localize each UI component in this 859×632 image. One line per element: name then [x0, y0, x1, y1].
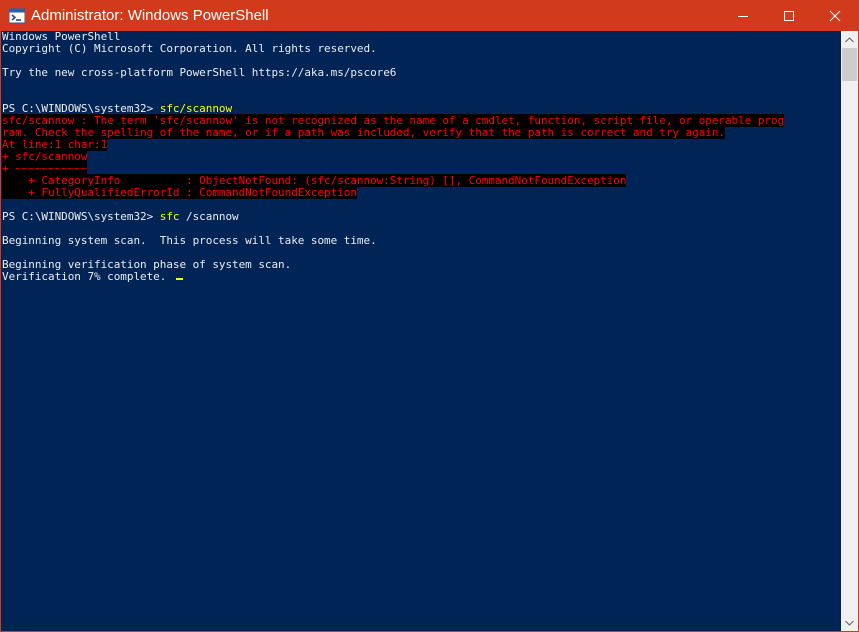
- progress-line: Verification 7% complete.: [2, 270, 167, 283]
- error-text: + FullyQualifiedErrorId : CommandNotFoun…: [2, 186, 357, 199]
- chevron-down-icon: [845, 620, 854, 626]
- pscore-hint-line: Try the new cross-platform PowerShell ht…: [2, 66, 397, 79]
- console-output[interactable]: Windows PowerShell Copyright (C) Microso…: [1, 31, 841, 631]
- maximize-button[interactable]: [766, 1, 812, 31]
- chevron-up-icon: [845, 36, 854, 42]
- prompt-text: PS C:\WINDOWS\system32>: [2, 210, 160, 223]
- scroll-down-button[interactable]: [841, 614, 858, 631]
- close-icon: [829, 10, 841, 22]
- command-arguments: /scannow: [179, 210, 239, 223]
- powershell-icon[interactable]: [8, 8, 26, 24]
- scroll-up-button[interactable]: [841, 31, 858, 48]
- text-cursor: [176, 278, 183, 280]
- typed-command: sfc: [159, 210, 180, 223]
- title-bar[interactable]: Administrator: Windows PowerShell: [1, 1, 858, 31]
- scroll-thumb[interactable]: [842, 48, 857, 81]
- vertical-scrollbar[interactable]: [841, 31, 858, 631]
- copyright-line: Copyright (C) Microsoft Corporation. All…: [2, 42, 377, 55]
- powershell-window: Administrator: Windows PowerShell Window…: [0, 0, 859, 632]
- prompt-line: PS C:\WINDOWS\system32> sfc /scannow: [2, 211, 239, 223]
- maximize-icon: [784, 11, 794, 21]
- window-title: Administrator: Windows PowerShell: [31, 7, 269, 24]
- error-line: ram. Check the spelling of the name, or …: [2, 126, 725, 139]
- minimize-icon: [738, 16, 748, 17]
- error-line: + FullyQualifiedErrorId : CommandNotFoun…: [2, 186, 357, 199]
- output-line: Beginning system scan. This process will…: [2, 234, 377, 247]
- close-button[interactable]: [812, 1, 858, 31]
- minimize-button[interactable]: [720, 1, 766, 31]
- error-text: ram. Check the spelling of the name, or …: [2, 126, 725, 139]
